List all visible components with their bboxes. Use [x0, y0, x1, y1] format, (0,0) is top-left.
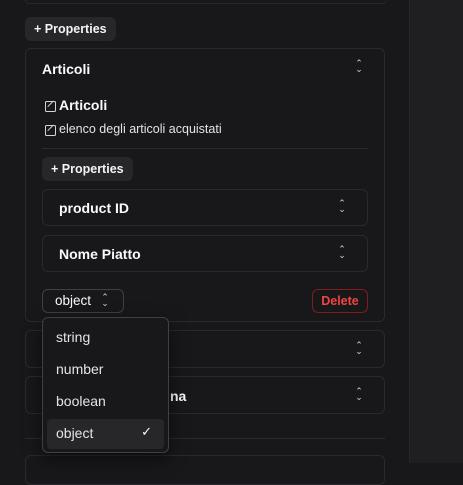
edit-icon[interactable] — [45, 101, 56, 112]
side-panel — [409, 0, 463, 463]
type-dropdown: string number boolean object ✓ — [42, 317, 169, 453]
dropdown-option-string[interactable]: string — [47, 323, 164, 353]
previous-card-edge — [25, 0, 387, 4]
option-label: boolean — [56, 393, 106, 409]
collapsed-property-card[interactable] — [25, 455, 385, 485]
add-nested-properties-button[interactable]: + Properties — [42, 157, 133, 181]
property-card-product-id[interactable]: product ID ⌃ ⌄ — [42, 189, 368, 226]
option-label: number — [56, 361, 104, 377]
add-properties-button[interactable]: + Properties — [25, 17, 116, 41]
property-card-label: na — [170, 388, 187, 404]
property-card-label: Nome Piatto — [59, 246, 141, 262]
option-label: string — [56, 329, 91, 345]
dropdown-option-number[interactable]: number — [47, 355, 164, 385]
edit-icon[interactable] — [45, 125, 56, 136]
articoli-card-title: Articoli — [42, 61, 91, 77]
dropdown-option-object[interactable]: object ✓ — [47, 419, 164, 449]
articoli-card: Articoli ⌃ ⌄ — [25, 48, 385, 322]
chevron-up-down-icon[interactable]: ⌃ ⌄ — [354, 387, 364, 402]
chevron-up-down-icon[interactable]: ⌃ ⌄ — [354, 59, 364, 74]
type-select[interactable]: object ⌃ ⌄ — [42, 289, 124, 313]
property-name[interactable]: Articoli — [59, 97, 107, 113]
type-select-value: object — [55, 293, 92, 308]
property-card-label: product ID — [59, 200, 129, 216]
chevron-up-down-icon: ⌃ ⌄ — [101, 292, 109, 308]
property-description[interactable]: elenco degli articoli acquistati — [59, 122, 222, 136]
property-card-nome-piatto[interactable]: Nome Piatto ⌃ ⌄ — [42, 235, 368, 272]
divider — [42, 148, 368, 149]
option-label: object — [56, 425, 94, 441]
chevron-up-down-icon[interactable]: ⌃ ⌄ — [337, 245, 347, 260]
check-icon: ✓ — [141, 424, 152, 439]
chevron-up-down-icon[interactable]: ⌃ ⌄ — [354, 341, 364, 356]
delete-button[interactable]: Delete — [312, 289, 368, 313]
dropdown-option-boolean[interactable]: boolean — [47, 387, 164, 417]
chevron-up-down-icon[interactable]: ⌃ ⌄ — [337, 199, 347, 214]
